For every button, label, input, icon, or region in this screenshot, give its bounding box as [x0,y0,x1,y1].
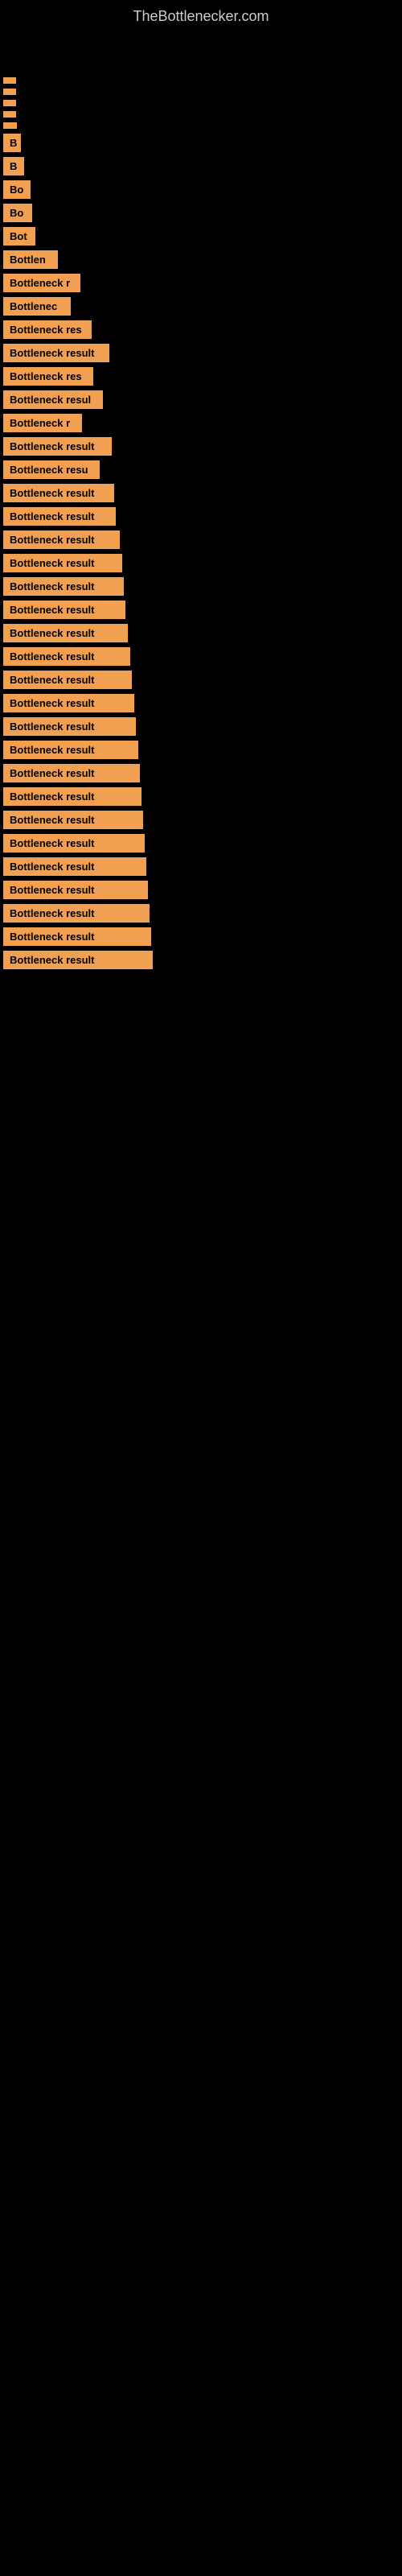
list-item: Bottleneck result [3,787,142,806]
list-item: Bottleneck res [3,367,93,386]
list-item: Bottleneck res [3,320,92,339]
list-item: B [3,157,24,175]
list-item: Bottleneck result [3,577,124,596]
list-item: Bottleneck r [3,414,82,432]
list-item: Bottleneck result [3,951,153,969]
list-item: Bottleneck result [3,741,138,759]
list-item: Bottlen [3,250,58,269]
list-item: Bottlenec [3,297,71,316]
list-item: Bottleneck resu [3,460,100,479]
list-item: Bottleneck result [3,764,140,782]
list-item [3,100,16,106]
list-item: Bo [3,204,32,222]
list-item [3,111,16,118]
list-item: Bo [3,180,31,199]
list-item: Bottleneck result [3,927,151,946]
list-item: Bottleneck result [3,647,130,666]
items-container: BB Bo Bo Bot Bottlen Bottleneck r Bottlenec Bot… [0,77,402,969]
list-item: Bottleneck result [3,857,146,876]
list-item: Bottleneck result [3,601,125,619]
list-item: Bottleneck result [3,624,128,642]
list-item: Bottleneck result [3,811,143,829]
list-item [3,122,17,129]
list-item: B [3,134,21,152]
list-item [3,89,16,95]
list-item: Bottleneck result [3,671,132,689]
list-item: Bottleneck result [3,507,116,526]
list-item: Bottleneck result [3,554,122,572]
list-item: Bottleneck result [3,881,148,899]
list-item: Bottleneck result [3,344,109,362]
list-item: Bottleneck resul [3,390,103,409]
list-item: Bottleneck result [3,530,120,549]
list-item: Bottleneck result [3,484,114,502]
list-item: Bottleneck result [3,904,150,923]
list-item: Bot [3,227,35,246]
list-item [3,77,16,84]
list-item: Bottleneck result [3,834,145,852]
site-title-text: TheBottlenecker.com [0,0,402,29]
list-item: Bottleneck r [3,274,80,292]
list-item: Bottleneck result [3,717,136,736]
list-item: Bottleneck result [3,694,134,712]
list-item: Bottleneck result [3,437,112,456]
